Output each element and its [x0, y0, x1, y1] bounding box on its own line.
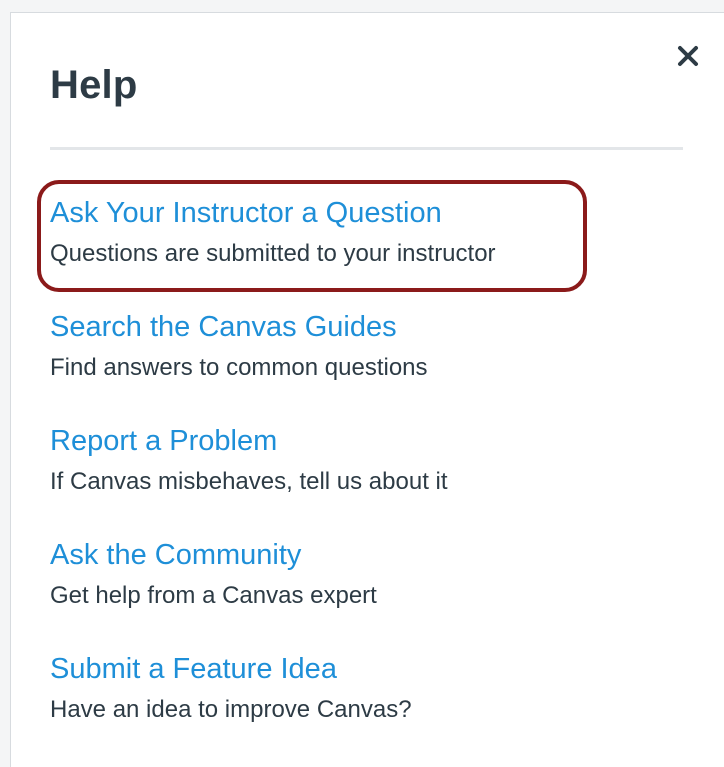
help-item-ask-instructor[interactable]: Ask Your Instructor a Question Questions… — [50, 195, 610, 269]
help-item-ask-community[interactable]: Ask the Community Get help from a Canvas… — [50, 537, 610, 611]
help-tray-title: Help — [50, 63, 138, 107]
report-problem-link[interactable]: Report a Problem — [50, 423, 610, 459]
ask-community-link[interactable]: Ask the Community — [50, 537, 610, 573]
ask-instructor-link[interactable]: Ask Your Instructor a Question — [50, 195, 610, 231]
ask-instructor-description: Questions are submitted to your instruct… — [50, 240, 496, 267]
ask-community-description: Get help from a Canvas expert — [50, 582, 377, 609]
report-problem-description: If Canvas misbehaves, tell us about it — [50, 468, 448, 495]
screenshot-background: Help Ask Your Instructor a Question Ques… — [0, 0, 724, 767]
submit-feature-link[interactable]: Submit a Feature Idea — [50, 651, 610, 687]
help-item-search-guides[interactable]: Search the Canvas Guides Find answers to… — [50, 309, 610, 383]
search-guides-link[interactable]: Search the Canvas Guides — [50, 309, 610, 345]
help-item-report-problem[interactable]: Report a Problem If Canvas misbehaves, t… — [50, 423, 610, 497]
help-tray: Help Ask Your Instructor a Question Ques… — [10, 12, 724, 767]
submit-feature-description: Have an idea to improve Canvas? — [50, 696, 412, 723]
close-icon — [678, 46, 698, 66]
search-guides-description: Find answers to common questions — [50, 354, 428, 381]
title-divider — [50, 147, 683, 150]
help-item-submit-feature[interactable]: Submit a Feature Idea Have an idea to im… — [50, 651, 610, 725]
close-button[interactable] — [674, 42, 702, 70]
